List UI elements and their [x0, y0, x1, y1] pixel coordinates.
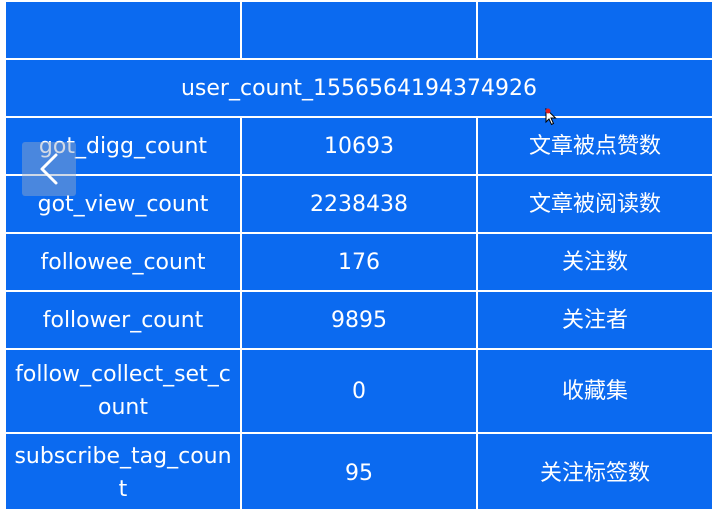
table-row-title: user_count_1556564194374926 [4, 58, 712, 118]
field-description: 文章被阅读数 [476, 174, 712, 234]
screen: user_count_1556564194374926 got_digg_cou… [0, 0, 712, 509]
field-name: subscribe_tag_count [4, 432, 242, 509]
table-cell-empty [476, 0, 712, 60]
table-cell-empty [4, 0, 242, 60]
field-value: 10693 [240, 116, 478, 176]
field-description: 关注者 [476, 290, 712, 350]
table-cell-empty [240, 0, 478, 60]
field-value: 2238438 [240, 174, 478, 234]
chevron-left-icon [38, 152, 60, 186]
field-value: 0 [240, 348, 478, 434]
field-name: follow_collect_set_count [4, 348, 242, 434]
table-row-header-empty [4, 0, 712, 60]
field-value: 176 [240, 232, 478, 292]
stats-table: user_count_1556564194374926 got_digg_cou… [4, 0, 712, 509]
table-row: followee_count 176 关注数 [4, 232, 712, 292]
field-description: 文章被点赞数 [476, 116, 712, 176]
mouse-pointer-icon [545, 107, 557, 126]
field-description: 收藏集 [476, 348, 712, 434]
table-row: follower_count 9895 关注者 [4, 290, 712, 350]
field-description: 关注标签数 [476, 432, 712, 509]
field-description: 关注数 [476, 232, 712, 292]
table-row: follow_collect_set_count 0 收藏集 [4, 348, 712, 434]
field-value: 95 [240, 432, 478, 509]
back-button[interactable] [22, 142, 76, 196]
table-title: user_count_1556564194374926 [4, 58, 712, 118]
field-name: followee_count [4, 232, 242, 292]
field-name: follower_count [4, 290, 242, 350]
field-value: 9895 [240, 290, 478, 350]
table-row: got_digg_count 10693 文章被点赞数 [4, 116, 712, 176]
table-row: subscribe_tag_count 95 关注标签数 [4, 432, 712, 509]
table-row: got_view_count 2238438 文章被阅读数 [4, 174, 712, 234]
